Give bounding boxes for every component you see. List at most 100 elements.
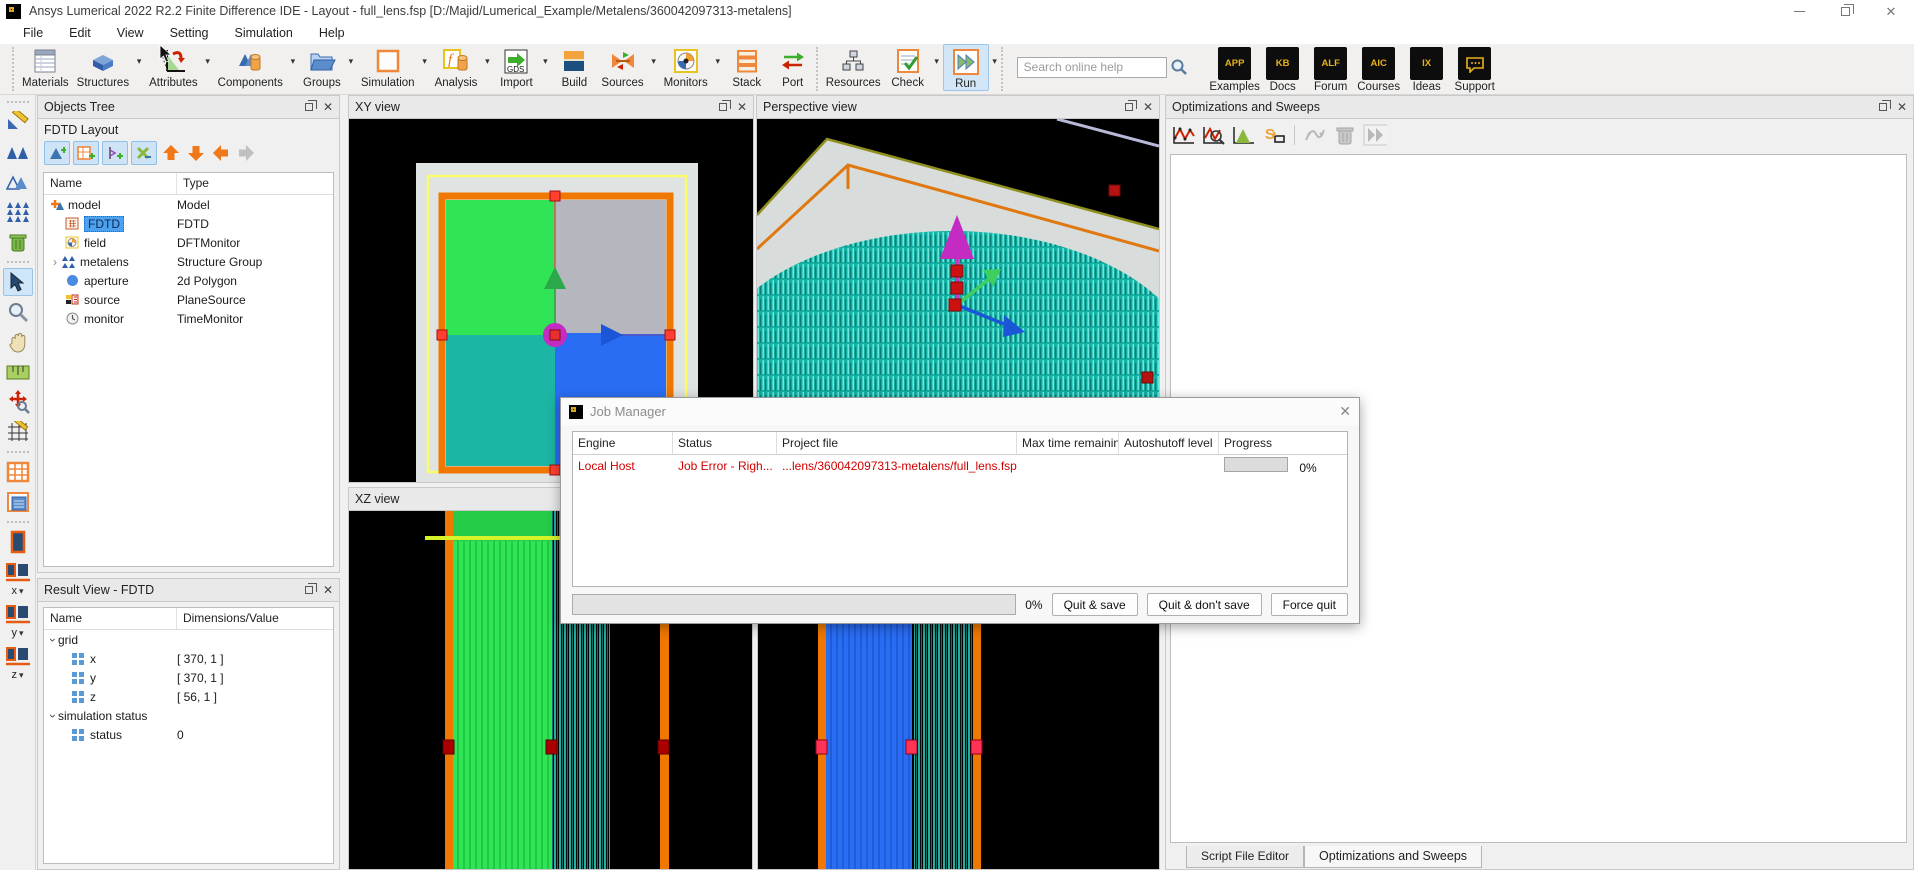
column-name[interactable]: Name xyxy=(44,608,177,629)
tree-row-source[interactable]: source PlaneSource xyxy=(44,290,333,309)
float-panel-icon[interactable] xyxy=(305,586,313,594)
result-row-y[interactable]: y [ 370, 1 ] xyxy=(44,668,333,687)
add-s-parameter-button[interactable]: S xyxy=(1262,124,1286,146)
search-button[interactable] xyxy=(1167,56,1191,78)
sources-dropdown[interactable]: ▾ xyxy=(648,56,660,67)
restore-button[interactable] xyxy=(1822,0,1868,22)
mesh-settings-button[interactable] xyxy=(3,488,33,516)
close-panel-icon[interactable]: ✕ xyxy=(323,101,333,113)
menu-view[interactable]: View xyxy=(104,23,157,43)
mesh-grid-button[interactable] xyxy=(3,458,33,486)
x-axis-selector[interactable]: x▾ xyxy=(11,585,23,597)
resources-button[interactable]: Resources xyxy=(822,44,885,89)
menu-file[interactable]: File xyxy=(10,23,56,43)
tree-row-fdtd[interactable]: FDTD FDTD xyxy=(44,214,333,233)
quit-and-save-button[interactable]: Quit & save xyxy=(1052,593,1138,616)
analysis-dropdown[interactable]: ▾ xyxy=(481,56,493,67)
column-autoshutoff-level[interactable]: Autoshutoff level xyxy=(1119,432,1219,454)
structures-button[interactable]: Structures xyxy=(73,44,133,89)
menu-setting[interactable]: Setting xyxy=(157,23,222,43)
tree-row-field[interactable]: field DFTMonitor xyxy=(44,233,333,252)
structures-dropdown[interactable]: ▾ xyxy=(133,56,145,67)
monitors-dropdown[interactable]: ▾ xyxy=(712,56,724,67)
check-button[interactable]: Check xyxy=(885,44,931,89)
build-button[interactable]: Build xyxy=(551,44,597,89)
float-panel-icon[interactable] xyxy=(305,103,313,111)
column-project-file[interactable]: Project file xyxy=(777,432,1017,454)
forum-button[interactable]: ALF Forum xyxy=(1307,44,1355,93)
add-simulation-button[interactable] xyxy=(73,141,99,165)
edit-structure-button[interactable] xyxy=(3,108,33,136)
tree-row-model[interactable]: model Model xyxy=(44,195,333,214)
z-normal-view-button[interactable] xyxy=(3,642,33,670)
close-panel-icon[interactable]: ✕ xyxy=(323,584,333,596)
run-sweep-button[interactable] xyxy=(1363,124,1387,146)
move-right-button[interactable] xyxy=(235,142,257,164)
mirror-button[interactable] xyxy=(3,168,33,196)
pan-button[interactable] xyxy=(3,328,33,356)
x-normal-view-button[interactable] xyxy=(3,558,33,586)
result-row-status[interactable]: status 0 xyxy=(44,725,333,744)
z-axis-selector[interactable]: z▾ xyxy=(11,669,23,681)
search-input[interactable] xyxy=(1017,57,1167,78)
simulation-button[interactable]: Simulation xyxy=(357,44,419,89)
add-monitor-button[interactable] xyxy=(102,141,128,165)
components-button[interactable]: Components xyxy=(214,44,287,89)
select-button[interactable] xyxy=(3,268,33,296)
column-max-time-remaining[interactable]: Max time remaining xyxy=(1017,432,1119,454)
courses-button[interactable]: AIC Courses xyxy=(1355,44,1403,93)
delete-sweep-button[interactable] xyxy=(1333,124,1357,146)
quit-and-dont-save-button[interactable]: Quit & don't save xyxy=(1147,593,1262,616)
result-row-grid[interactable]: › grid xyxy=(44,630,333,649)
float-panel-icon[interactable] xyxy=(1879,103,1887,111)
job-row-local-host[interactable]: Local Host Job Error - Righ... ...lens/3… xyxy=(573,455,1347,476)
force-quit-button[interactable]: Force quit xyxy=(1271,593,1348,616)
column-dimensions-value[interactable]: Dimensions/Value xyxy=(177,608,333,629)
column-engine[interactable]: Engine xyxy=(573,432,673,454)
run-dropdown[interactable]: ▾ xyxy=(989,56,1001,67)
float-panel-icon[interactable] xyxy=(1125,103,1133,111)
tree-row-metalens[interactable]: › metalens Structure Group xyxy=(44,252,333,271)
simulation-dropdown[interactable]: ▾ xyxy=(419,56,431,67)
analysis-button[interactable]: f Analysis xyxy=(431,44,482,89)
monitors-button[interactable]: Monitors xyxy=(660,44,712,89)
draw-grid-button[interactable] xyxy=(3,418,33,446)
result-row-z[interactable]: z [ 56, 1 ] xyxy=(44,687,333,706)
expand-icon[interactable]: › xyxy=(50,255,60,269)
delete-button[interactable] xyxy=(3,228,33,256)
minimize-button[interactable] xyxy=(1776,0,1822,22)
add-structure-button[interactable] xyxy=(44,141,70,165)
move-down-button[interactable] xyxy=(185,142,207,164)
collapse-icon[interactable]: › xyxy=(46,635,60,645)
zoom-extents-button[interactable] xyxy=(3,388,33,416)
groups-button[interactable]: Groups xyxy=(299,44,345,89)
add-optimization-button[interactable] xyxy=(1202,124,1226,146)
move-left-button[interactable] xyxy=(210,142,232,164)
column-status[interactable]: Status xyxy=(673,432,777,454)
components-dropdown[interactable]: ▾ xyxy=(287,56,299,67)
menu-edit[interactable]: Edit xyxy=(56,23,104,43)
attributes-button[interactable]: Attributes xyxy=(145,44,202,89)
float-panel-icon[interactable] xyxy=(719,103,727,111)
ideas-button[interactable]: IX Ideas xyxy=(1403,44,1451,93)
array-button[interactable] xyxy=(3,198,33,226)
close-panel-icon[interactable]: ✕ xyxy=(1143,101,1153,113)
menu-simulation[interactable]: Simulation xyxy=(222,23,306,43)
collapse-icon[interactable]: › xyxy=(46,711,60,721)
column-progress[interactable]: Progress xyxy=(1219,432,1347,454)
y-axis-selector[interactable]: y▾ xyxy=(11,627,23,639)
add-yield-analysis-button[interactable] xyxy=(1232,124,1256,146)
check-dropdown[interactable]: ▾ xyxy=(931,56,943,67)
import-button[interactable]: GDS Import xyxy=(493,44,539,89)
support-button[interactable]: Support xyxy=(1451,44,1499,93)
examples-button[interactable]: APP Examples xyxy=(1211,44,1259,93)
add-analysis-button[interactable] xyxy=(131,141,157,165)
run-button[interactable]: Run xyxy=(943,44,989,91)
y-normal-view-button[interactable] xyxy=(3,600,33,628)
groups-dropdown[interactable]: ▾ xyxy=(345,56,357,67)
add-sweep-button[interactable] xyxy=(1172,124,1196,146)
sources-button[interactable]: Sources xyxy=(597,44,647,89)
dialog-close-icon[interactable]: ✕ xyxy=(1339,403,1351,420)
menu-help[interactable]: Help xyxy=(306,23,358,43)
column-name[interactable]: Name xyxy=(44,173,177,194)
